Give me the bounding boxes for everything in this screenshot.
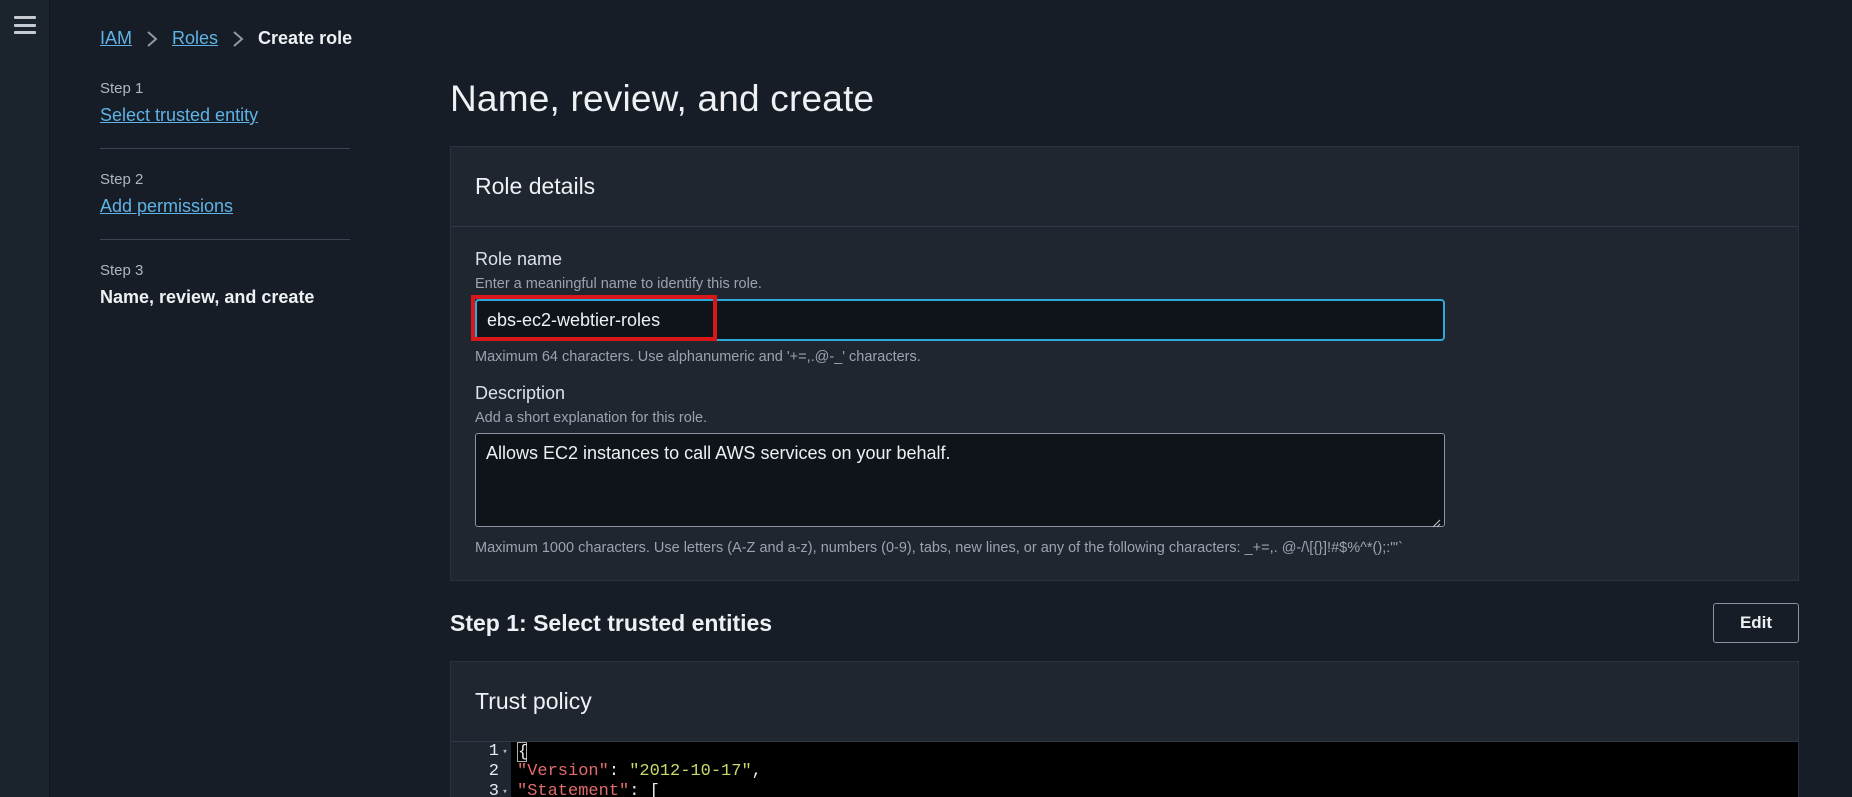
code-content: { "Version": "2012-10-17", "Statement": … xyxy=(517,742,762,797)
wizard-steps: Step 1 Select trusted entity Step 2 Add … xyxy=(100,80,350,330)
fold-arrow-icon[interactable]: ▾ xyxy=(499,782,511,797)
trust-policy-panel: Trust policy 1 ▾ 2 3 ▾ { "Version": "201… xyxy=(450,661,1799,797)
role-name-constraint: Maximum 64 characters. Use alphanumeric … xyxy=(475,349,921,365)
breadcrumb-current: Create role xyxy=(258,28,353,48)
step-link-add-permissions[interactable]: Add permissions xyxy=(100,196,233,216)
step-number: Step 2 xyxy=(100,171,144,188)
step-number: Step 3 xyxy=(100,262,144,279)
role-name-hint: Enter a meaningful name to identify this… xyxy=(475,276,762,292)
step-link-select-trusted-entity[interactable]: Select trusted entity xyxy=(100,105,258,125)
wizard-step-1: Step 1 Select trusted entity xyxy=(100,80,350,148)
wizard-step-2: Step 2 Add permissions xyxy=(100,148,350,239)
edit-button[interactable]: Edit xyxy=(1713,603,1799,643)
menu-icon[interactable] xyxy=(14,16,36,34)
policy-code-editor[interactable]: 1 ▾ 2 3 ▾ { "Version": "2012-10-17", "St… xyxy=(451,742,1798,797)
chevron-right-icon xyxy=(218,30,258,48)
line-number: 2 xyxy=(488,762,499,781)
description-hint: Add a short explanation for this role. xyxy=(475,410,708,426)
step1-section-header: Step 1: Select trusted entities Edit xyxy=(450,603,1799,643)
wizard-step-3: Step 3 Name, review, and create xyxy=(100,239,350,330)
panel-header: Role details xyxy=(451,147,1798,227)
breadcrumb-roles[interactable]: Roles xyxy=(172,28,218,49)
step-number: Step 1 xyxy=(100,80,144,97)
chevron-right-icon xyxy=(132,30,172,48)
resize-handle-icon[interactable] xyxy=(1431,518,1441,528)
line-gutter: 1 ▾ 2 3 ▾ xyxy=(451,742,511,797)
main-content: Name, review, and create Role details Ro… xyxy=(450,78,1799,797)
code-key: "Statement" xyxy=(517,782,630,797)
breadcrumb-iam[interactable]: IAM xyxy=(100,28,132,49)
role-name-input[interactable] xyxy=(475,299,1445,341)
line-number: 3 xyxy=(488,782,499,797)
breadcrumb: IAM Roles Create role xyxy=(100,28,352,49)
step-current-label: Name, review, and create xyxy=(100,287,315,307)
page-title: Name, review, and create xyxy=(450,78,875,119)
side-navigation-rail xyxy=(0,0,50,797)
description-constraint: Maximum 1000 characters. Use letters (A-… xyxy=(475,540,1403,556)
section-title: Step 1: Select trusted entities xyxy=(450,609,773,636)
description-label: Description xyxy=(475,383,566,403)
role-name-label: Role name xyxy=(475,249,563,269)
description-textarea[interactable]: Allows EC2 instances to call AWS service… xyxy=(475,433,1445,527)
panel-header: Trust policy xyxy=(451,662,1798,742)
role-details-panel: Role details Role name Enter a meaningfu… xyxy=(450,146,1799,581)
fold-arrow-icon[interactable]: ▾ xyxy=(499,742,511,762)
code-value: [ xyxy=(649,782,660,797)
line-number: 1 xyxy=(488,742,499,761)
code-value: "2012-10-17" xyxy=(629,762,752,781)
code-brace: { xyxy=(517,742,529,762)
code-key: "Version" xyxy=(517,762,609,781)
